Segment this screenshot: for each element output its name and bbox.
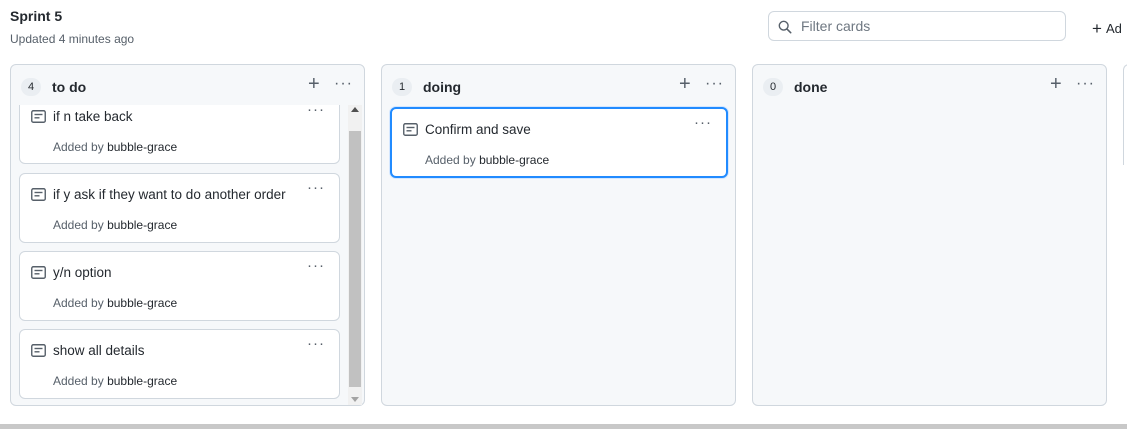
column-name: doing	[423, 79, 462, 95]
scroll-down-arrow-icon[interactable]	[351, 397, 359, 402]
board-title: Sprint 5	[10, 8, 63, 24]
card-menu-button[interactable]: ···	[307, 257, 325, 274]
card-meta: Added by bubble-grace	[53, 374, 177, 388]
horizontal-scrollbar[interactable]	[0, 424, 1127, 429]
more-icon: ···	[307, 335, 325, 352]
note-icon	[31, 266, 46, 279]
card-meta: Added by bubble-grace	[53, 140, 177, 154]
add-column-label: Ad	[1105, 21, 1122, 36]
card[interactable]: y/n option Added by bubble-grace ···	[19, 251, 340, 321]
more-icon: ···	[307, 179, 325, 196]
card-title[interactable]: if n take back	[53, 109, 133, 124]
plus-icon: +	[308, 73, 320, 95]
more-icon: ···	[1076, 75, 1095, 92]
scroll-up-arrow-icon[interactable]	[351, 107, 359, 112]
plus-icon: +	[1092, 19, 1102, 38]
note-icon	[31, 110, 46, 123]
card[interactable]: if n take back Added by bubble-grace ···	[19, 105, 340, 164]
more-icon: ···	[705, 75, 724, 92]
added-by-label: Added by	[53, 218, 104, 232]
column-header: 0 done + ···	[753, 65, 1106, 105]
plus-icon: +	[1050, 73, 1062, 95]
added-by-label: Added by	[425, 153, 476, 167]
column-menu-button[interactable]: ···	[1076, 74, 1095, 94]
add-card-button[interactable]: +	[308, 74, 320, 94]
card[interactable]: show all details Added by bubble-grace ·…	[19, 329, 340, 399]
card-meta: Added by bubble-grace	[53, 218, 177, 232]
card-menu-button[interactable]: ···	[307, 179, 325, 196]
more-icon: ···	[694, 114, 712, 131]
card-count-badge: 0	[763, 78, 783, 96]
column-menu-button[interactable]: ···	[705, 74, 724, 94]
card-menu-button[interactable]: ···	[694, 114, 712, 131]
added-by-label: Added by	[53, 140, 104, 154]
added-by-label: Added by	[53, 296, 104, 310]
column-to-do: 4 to do + ··· if n take back Added by bu…	[10, 64, 365, 406]
card-title[interactable]: show all details	[53, 343, 145, 358]
column-header: 4 to do + ···	[11, 65, 364, 105]
card-list[interactable]: if n take back Added by bubble-grace ···…	[19, 105, 347, 401]
column-menu-button[interactable]: ···	[334, 74, 353, 94]
plus-icon: +	[679, 73, 691, 95]
card-title[interactable]: y/n option	[53, 265, 112, 280]
next-column-edge	[1123, 64, 1127, 165]
add-column-button[interactable]: + Ad	[1092, 18, 1122, 38]
author-link[interactable]: bubble-grace	[479, 153, 549, 167]
card-list-scrollbar[interactable]	[348, 105, 362, 405]
column-name: done	[794, 79, 828, 95]
card-count-badge: 1	[392, 78, 412, 96]
author-link[interactable]: bubble-grace	[107, 218, 177, 232]
card-title[interactable]: Confirm and save	[425, 122, 531, 137]
column-header: 1 doing + ···	[382, 65, 735, 105]
note-icon	[31, 188, 46, 201]
search-icon	[778, 20, 792, 34]
scrollbar-thumb[interactable]	[349, 131, 361, 387]
card-meta: Added by bubble-grace	[53, 296, 177, 310]
author-link[interactable]: bubble-grace	[107, 140, 177, 154]
note-icon	[31, 344, 46, 357]
author-link[interactable]: bubble-grace	[107, 296, 177, 310]
more-icon: ···	[307, 105, 325, 118]
card-count-badge: 4	[21, 78, 41, 96]
filter-cards-input[interactable]	[801, 17, 1051, 35]
card-menu-button[interactable]: ···	[307, 335, 325, 352]
board-updated-text: Updated 4 minutes ago	[10, 32, 135, 46]
more-icon: ···	[334, 75, 353, 92]
added-by-label: Added by	[53, 374, 104, 388]
card-title[interactable]: if y ask if they want to do another orde…	[53, 187, 286, 202]
card[interactable]: if y ask if they want to do another orde…	[19, 173, 340, 243]
more-icon: ···	[307, 257, 325, 274]
add-card-button[interactable]: +	[1050, 74, 1062, 94]
add-card-button[interactable]: +	[679, 74, 691, 94]
card-menu-button[interactable]: ···	[307, 105, 325, 118]
column-done: 0 done + ···	[752, 64, 1107, 406]
author-link[interactable]: bubble-grace	[107, 374, 177, 388]
column-name: to do	[52, 79, 87, 95]
card-meta: Added by bubble-grace	[425, 153, 549, 167]
card[interactable]: Confirm and save Added by bubble-grace ·…	[390, 107, 728, 178]
filter-cards-field[interactable]	[768, 11, 1066, 41]
note-icon	[403, 123, 418, 136]
column-doing: 1 doing + ··· Confirm and save Added by …	[381, 64, 736, 406]
